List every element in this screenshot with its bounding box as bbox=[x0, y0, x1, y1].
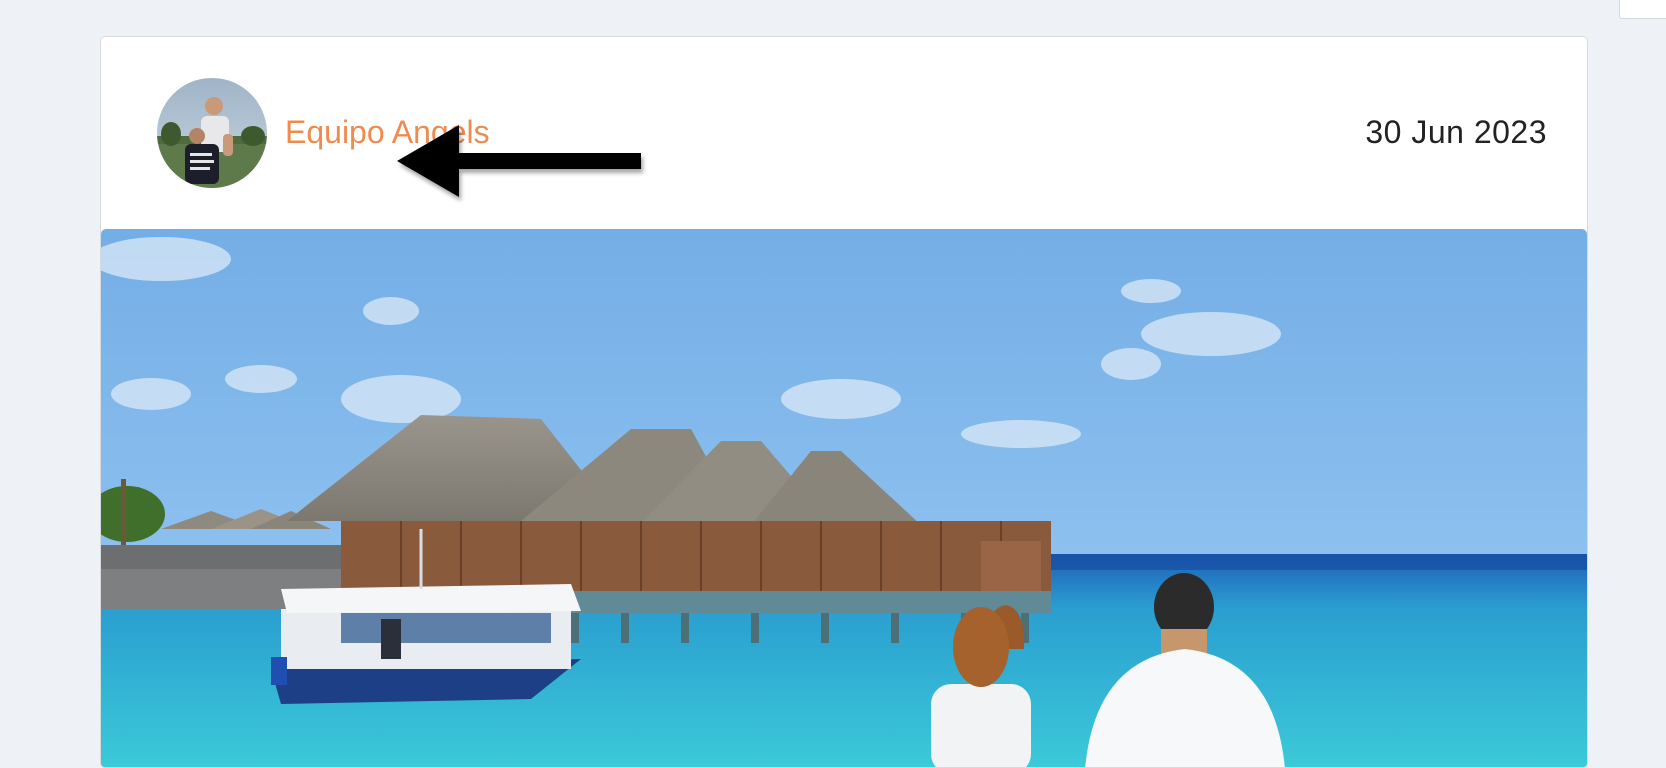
beach-resort-photo-icon bbox=[101, 229, 1587, 767]
post-photo[interactable] bbox=[101, 229, 1587, 767]
post-header: Equipo Angels 30 Jun 2023 bbox=[101, 37, 1587, 229]
annotation-arrow-icon bbox=[397, 125, 643, 201]
post-card: Equipo Angels 30 Jun 2023 bbox=[100, 36, 1588, 768]
top-right-corner-box bbox=[1619, 0, 1666, 19]
post-date: 30 Jun 2023 bbox=[1365, 114, 1547, 150]
avatar-photo-icon bbox=[157, 78, 267, 188]
author-avatar[interactable] bbox=[157, 78, 267, 188]
